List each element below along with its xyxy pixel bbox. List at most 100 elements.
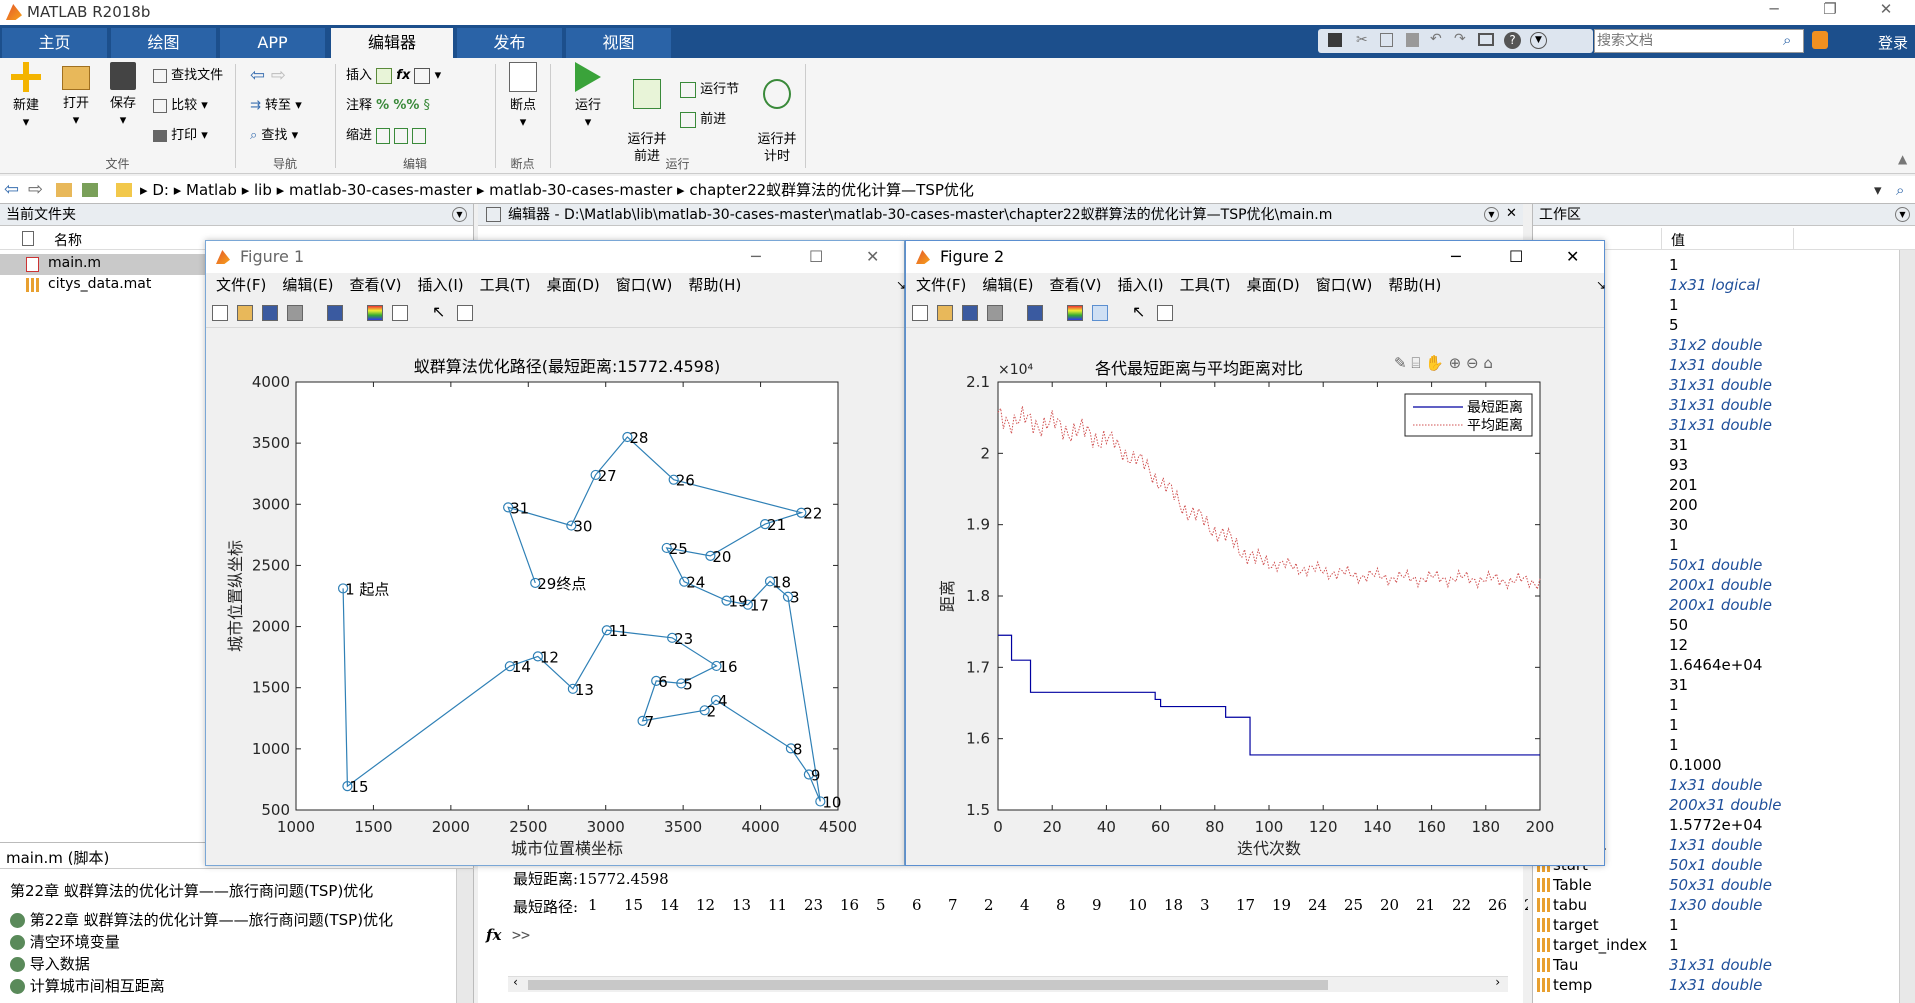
name-column-header[interactable]: 名称 xyxy=(54,230,82,250)
dropdown-icon[interactable]: ▼ xyxy=(1530,32,1547,49)
select-icon[interactable]: ↖ xyxy=(432,302,445,321)
home-icon[interactable]: ⌂ xyxy=(1483,354,1493,372)
link-plot-icon[interactable] xyxy=(327,305,343,321)
print-icon[interactable] xyxy=(287,305,303,321)
open-button[interactable]: 打开 ▾ xyxy=(56,62,96,129)
menu-view[interactable]: 查看(V) xyxy=(1050,273,1102,298)
value-column-header[interactable]: 值 xyxy=(1671,230,1685,250)
legend-icon[interactable] xyxy=(392,305,408,321)
open-icon[interactable] xyxy=(937,305,953,321)
save-icon[interactable] xyxy=(1328,33,1342,47)
tab-view[interactable]: 视图 xyxy=(566,28,671,58)
address-dropdown-icon[interactable]: ▾ xyxy=(1874,176,1882,204)
menu-edit[interactable]: 编辑(E) xyxy=(982,273,1033,298)
maximize-button[interactable]: ☐ xyxy=(1509,241,1523,273)
browse-folder-icon[interactable] xyxy=(82,183,98,197)
back-forward[interactable]: ⇦ ⇨ xyxy=(250,66,286,86)
collapse-ribbon-icon[interactable]: ▲ xyxy=(1898,152,1907,166)
search-icon[interactable]: ⌕ xyxy=(1783,31,1791,49)
open-icon[interactable] xyxy=(237,305,253,321)
paste-icon[interactable] xyxy=(1406,33,1419,47)
run-section-button[interactable]: 运行节 xyxy=(680,80,739,100)
breadcrumb-item[interactable]: matlab-30-cases-master xyxy=(489,181,672,199)
print-icon[interactable] xyxy=(987,305,1003,321)
menu-insert[interactable]: 插入(I) xyxy=(1118,273,1164,298)
advance-button[interactable]: 前进 xyxy=(680,110,726,130)
dock-icon[interactable]: ↘ xyxy=(1596,273,1606,298)
tab-home[interactable]: 主页 xyxy=(2,28,107,58)
workspace-row[interactable]: tabu 1x30 double xyxy=(1533,895,1899,915)
menu-window[interactable]: 窗口(W) xyxy=(1316,273,1373,298)
panel-menu-icon[interactable]: ▼ xyxy=(452,207,467,222)
minimize-button[interactable]: ─ xyxy=(1764,0,1784,18)
new-figure-icon[interactable] xyxy=(212,305,228,321)
menu-desktop[interactable]: 桌面(D) xyxy=(547,273,600,298)
workspace-row[interactable]: Table 50x31 double xyxy=(1533,875,1899,895)
workspace-row[interactable]: temp 1x31 double xyxy=(1533,975,1899,995)
menu-help[interactable]: 帮助(H) xyxy=(1388,273,1441,298)
print-button[interactable]: 打印 ▾ xyxy=(153,126,208,146)
panel-menu-icon[interactable]: ▼ xyxy=(1484,207,1499,222)
copy-icon[interactable] xyxy=(1380,33,1393,47)
brush-icon[interactable]: ✎ xyxy=(1394,354,1407,372)
section-item[interactable]: 清空环境变量 xyxy=(10,931,120,952)
scroll-left-icon[interactable]: ‹ xyxy=(512,975,519,989)
notification-icon[interactable] xyxy=(1812,31,1828,49)
tab-apps[interactable]: APP xyxy=(220,28,325,58)
zoom-in-icon[interactable]: ⊕ xyxy=(1449,354,1462,372)
breadcrumb-item[interactable]: D: xyxy=(152,181,169,199)
switch-windows-icon[interactable] xyxy=(1478,33,1494,46)
save-icon[interactable] xyxy=(262,305,278,321)
close-button[interactable]: ✕ xyxy=(866,241,879,273)
help-icon[interactable]: ? xyxy=(1504,32,1521,49)
close-button[interactable]: ✕ xyxy=(1566,241,1579,273)
cut-icon[interactable]: ✂ xyxy=(1356,32,1368,48)
forward-icon[interactable]: ⇨ xyxy=(28,176,43,204)
new-button[interactable]: 新建 ▾ xyxy=(6,62,46,131)
workspace-row[interactable]: target 1 xyxy=(1533,915,1899,935)
compare-button[interactable]: 比较 ▾ xyxy=(153,96,208,116)
menu-tools[interactable]: 工具(T) xyxy=(1180,273,1231,298)
menu-window[interactable]: 窗口(W) xyxy=(616,273,673,298)
scroll-right-icon[interactable]: › xyxy=(1494,975,1501,989)
menu-desktop[interactable]: 桌面(D) xyxy=(1247,273,1300,298)
fx-icon[interactable]: fx xyxy=(486,926,501,944)
find-files-button[interactable]: 查找文件 xyxy=(153,66,223,86)
menu-view[interactable]: 查看(V) xyxy=(350,273,402,298)
run-and-advance-button[interactable]: 运行并 前进 xyxy=(622,62,672,165)
workspace-row[interactable]: Tau 31x31 double xyxy=(1533,955,1899,975)
panel-menu-icon[interactable]: ▼ xyxy=(1895,207,1910,222)
menu-file[interactable]: 文件(F) xyxy=(216,273,266,298)
property-editor-icon[interactable] xyxy=(1157,305,1173,321)
search-docs[interactable]: ⌕ xyxy=(1594,29,1804,53)
tab-plots[interactable]: 绘图 xyxy=(111,28,216,58)
scroll-thumb[interactable] xyxy=(528,980,1328,990)
tab-publish[interactable]: 发布 xyxy=(457,28,562,58)
section-item[interactable]: 计算城市间相互距离 xyxy=(10,975,165,996)
save-icon[interactable] xyxy=(962,305,978,321)
close-icon[interactable]: ✕ xyxy=(1506,206,1517,221)
details-scrollbar[interactable] xyxy=(456,869,473,1003)
login-link[interactable]: 登录 xyxy=(1878,32,1908,53)
up-folder-icon[interactable] xyxy=(56,183,72,197)
tab-editor[interactable]: 编辑器 xyxy=(331,28,453,58)
maximize-button[interactable]: ☐ xyxy=(809,241,823,273)
breadcrumb-item[interactable]: matlab-30-cases-master xyxy=(289,181,472,199)
select-icon[interactable]: ↖ xyxy=(1132,302,1145,321)
section-item[interactable]: 导入数据 xyxy=(10,953,90,974)
goto-button[interactable]: ⇉ 转至 ▾ xyxy=(250,96,302,116)
legend-icon[interactable] xyxy=(1092,305,1108,321)
menu-tools[interactable]: 工具(T) xyxy=(480,273,531,298)
menu-file[interactable]: 文件(F) xyxy=(916,273,966,298)
workspace-scrollbar[interactable] xyxy=(1899,250,1915,1003)
find-button[interactable]: ⌕ 查找 ▾ xyxy=(250,126,298,146)
redo-icon[interactable]: ↷ xyxy=(1454,31,1466,47)
menu-insert[interactable]: 插入(I) xyxy=(418,273,464,298)
save-button[interactable]: 保存 ▾ xyxy=(103,62,143,129)
menu-help[interactable]: 帮助(H) xyxy=(688,273,741,298)
undo-icon[interactable]: ↶ xyxy=(1430,31,1442,47)
command-prompt[interactable]: >> xyxy=(512,926,530,944)
workspace-row[interactable]: target_index 1 xyxy=(1533,935,1899,955)
insert-button[interactable]: 插入 fx ▾ xyxy=(346,66,441,86)
data-tips-icon[interactable]: ⌸ xyxy=(1411,354,1420,372)
